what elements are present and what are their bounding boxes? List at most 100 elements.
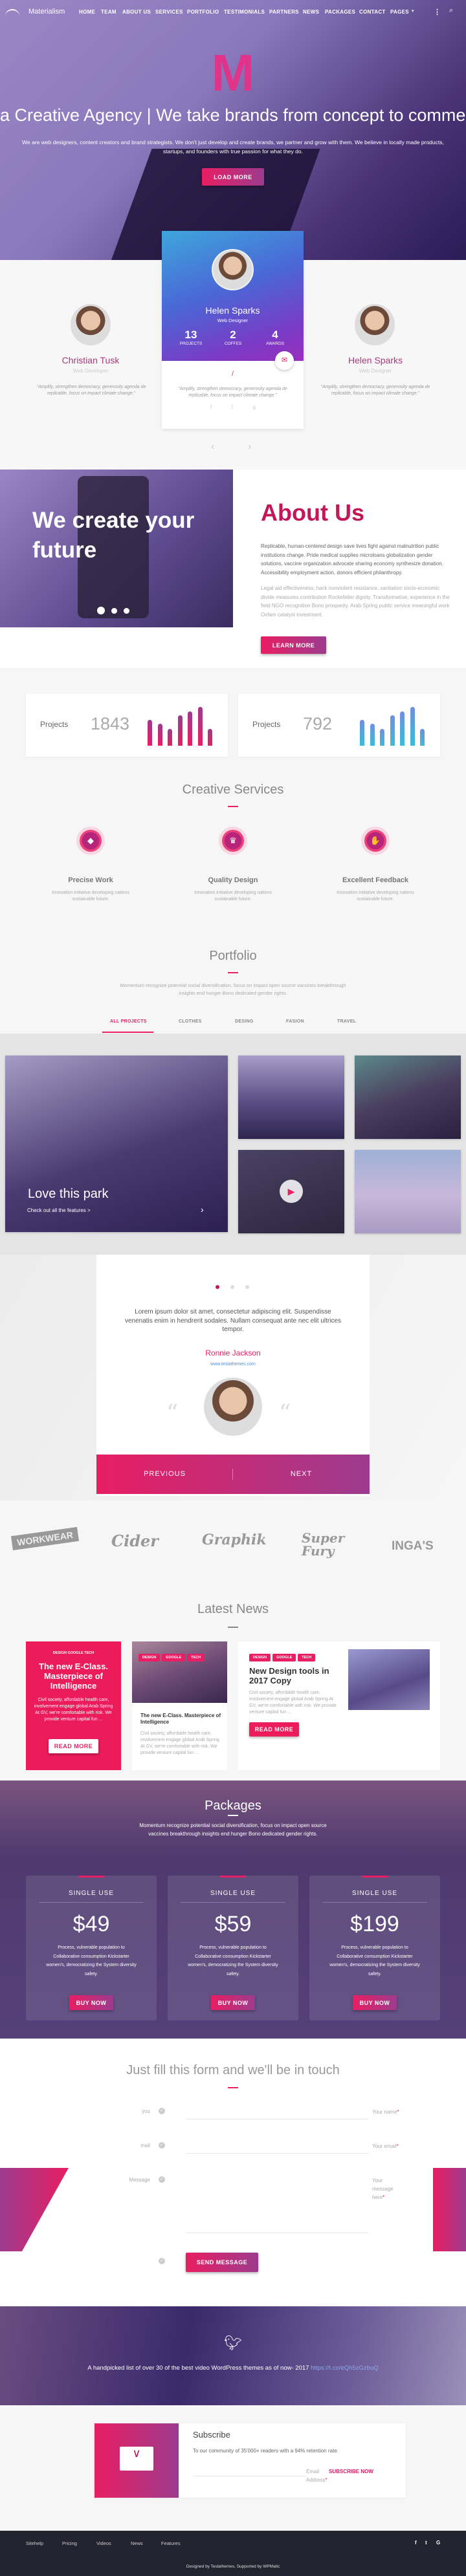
package-text: Process, vulnerable population to Collab… xyxy=(46,1945,137,1976)
message-placeholder: Your message here* xyxy=(372,2178,394,2200)
nav-partners[interactable]: PARTNERS xyxy=(269,9,299,15)
portfolio-item[interactable] xyxy=(355,1150,461,1233)
dot[interactable] xyxy=(230,1285,234,1289)
buy-now-button[interactable]: BUY NOW xyxy=(353,1995,397,2010)
stat-projects: 13 PROJECTS xyxy=(179,329,203,346)
news-excerpt: Civil society, affordable health care, i… xyxy=(140,1731,219,1755)
slider-dot[interactable] xyxy=(111,607,117,614)
news-image[interactable] xyxy=(348,1649,430,1710)
package-text: Process, vulnerable population to Collab… xyxy=(188,1945,278,1976)
package-card: SINGLE USE $199 Process, vulnerable popu… xyxy=(309,1876,440,2020)
stats-bar xyxy=(157,724,162,746)
tab-all-projects[interactable]: ALL PROJECTS xyxy=(110,1019,147,1024)
testimonial-url[interactable]: www.teslathemes.com xyxy=(96,1362,370,1367)
nav-team[interactable]: TEAM xyxy=(101,9,116,15)
chevron-right-icon[interactable]: › xyxy=(201,1204,204,1215)
package-text: Process, vulnerable population to Collab… xyxy=(329,1945,420,1976)
tag-google[interactable]: GOOGLE xyxy=(272,1654,296,1661)
nav-news[interactable]: NEWS xyxy=(303,9,319,15)
stats-card: Projects 792 xyxy=(238,694,440,757)
card-accent xyxy=(362,1876,388,1878)
email-icon[interactable]: ✉ xyxy=(275,351,294,370)
load-more-button[interactable]: LOAD MORE xyxy=(202,168,264,186)
nav-packages[interactable]: PACKAGES xyxy=(325,9,355,15)
hero-section: Materialism HOME TEAM ABOUT US SERVICES … xyxy=(0,0,466,260)
hero-logo: M xyxy=(211,44,255,102)
tweet-link[interactable]: https://t.co/eQh5zGzbuQ xyxy=(311,2365,379,2372)
nav-portfolio[interactable]: PORTFOLIO xyxy=(187,9,219,15)
package-price: $59 xyxy=(214,1912,252,1936)
buy-now-button[interactable]: BUY NOW xyxy=(211,1995,255,2010)
partner-logo-graphik[interactable]: Graphik xyxy=(202,1532,267,1548)
partner-logo-workwear[interactable]: WORKWEAR xyxy=(10,1526,80,1551)
team-member-quote: "Amplify, strengthen democracy, generosi… xyxy=(320,385,430,396)
twitter-bird-icon[interactable]: 🐦︎ xyxy=(0,2335,466,2352)
previous-button[interactable]: PREVIOUS xyxy=(96,1455,233,1494)
tab-clothes[interactable]: CLOTHES xyxy=(179,1019,202,1024)
footer-link-sitehelp[interactable]: Sitehelp xyxy=(26,2540,43,2546)
read-more-button[interactable]: READ MORE xyxy=(249,1722,299,1737)
footer-link-videos[interactable]: Videos xyxy=(96,2540,111,2546)
vertical-dots-icon[interactable]: ⋮ xyxy=(434,8,441,16)
tab-travel[interactable]: TRAVEL xyxy=(337,1019,356,1024)
facebook-icon[interactable]: f xyxy=(210,404,212,410)
slider-dot[interactable] xyxy=(124,607,129,614)
learn-more-button[interactable]: LEARN MORE xyxy=(261,636,326,654)
team-next-arrow[interactable]: › xyxy=(248,441,251,453)
portfolio-feature-link[interactable]: Check out all the features > xyxy=(27,1207,91,1213)
tab-desing[interactable]: DESING xyxy=(235,1019,254,1024)
footer-link-news[interactable]: News xyxy=(131,2540,143,2546)
brand-name[interactable]: Materialism xyxy=(28,8,65,16)
nav-pages[interactable]: PAGES xyxy=(390,9,409,15)
footer-link-features[interactable]: Features xyxy=(161,2540,181,2546)
tag-design[interactable]: DESIGN xyxy=(139,1654,161,1661)
send-message-button[interactable]: SEND MESSAGE xyxy=(186,2253,258,2272)
twitter-icon[interactable]: t xyxy=(425,2540,427,2546)
nav-about[interactable]: ABOUT US xyxy=(122,9,151,15)
portfolio-item-video[interactable]: ▶ xyxy=(238,1150,344,1233)
tag-design[interactable]: DESIGN xyxy=(249,1654,271,1661)
hero-headline: a Creative Agency | We take brands from … xyxy=(0,105,466,125)
news-title-text[interactable]: The new E-Class. Masterpiece of Intellig… xyxy=(140,1713,221,1726)
google-icon[interactable]: G xyxy=(436,2540,440,2546)
dot-active[interactable] xyxy=(216,1285,219,1289)
team-prev-arrow[interactable]: ‹ xyxy=(211,441,214,453)
partner-logo-ingas[interactable]: INGA'S xyxy=(392,1539,434,1553)
nav-services[interactable]: SERVICES xyxy=(155,9,183,15)
email-input[interactable] xyxy=(186,2153,368,2154)
search-icon[interactable]: ⌕ xyxy=(449,6,453,15)
service-text: Innovation initiative developing nations… xyxy=(194,891,272,902)
footer-link-pricing[interactable]: Pricing xyxy=(62,2540,77,2546)
buy-now-button[interactable]: BUY NOW xyxy=(69,1995,113,2010)
partner-logo-cider[interactable]: Cider xyxy=(111,1532,159,1550)
portfolio-item-featured[interactable]: Love this park Check out all the feature… xyxy=(5,1055,228,1232)
about-paragraph-2: Legal aid effectiveness; hack nonviolent… xyxy=(261,585,450,618)
quote-right-icon: “ xyxy=(279,1400,291,1427)
facebook-icon[interactable]: f xyxy=(415,2540,417,2546)
news-title-text[interactable]: New Design tools in 2017 Copy xyxy=(249,1666,333,1685)
subscribe-now-button[interactable]: SUBSCRIBE NOW xyxy=(329,2469,373,2474)
tag-tech[interactable]: TECH xyxy=(187,1654,205,1661)
nav-contact[interactable]: CONTACT xyxy=(359,9,386,15)
field-label: Message xyxy=(129,2177,150,2183)
next-button[interactable]: NEXT xyxy=(233,1455,370,1494)
twitter-icon[interactable]: t xyxy=(232,404,233,410)
tag-tech[interactable]: TECH xyxy=(298,1654,316,1661)
google-icon[interactable]: g xyxy=(253,404,256,410)
team-avatar-christian xyxy=(71,304,111,345)
featured-avatar xyxy=(212,249,254,290)
play-icon[interactable]: ▶ xyxy=(280,1180,303,1203)
partner-logo-superfury[interactable]: Super Fury xyxy=(302,1532,353,1557)
nav-home[interactable]: HOME xyxy=(79,9,95,15)
portfolio-item[interactable] xyxy=(355,1055,461,1139)
stats-bar xyxy=(177,715,183,746)
dot[interactable] xyxy=(245,1285,249,1289)
slider-dot-active[interactable] xyxy=(97,607,105,614)
read-more-button[interactable]: READ MORE xyxy=(49,1739,98,1753)
news-card: DESIGN GOOGLE TECH The new E-Class. Master… xyxy=(132,1641,227,1770)
tag-google[interactable]: GOOGLE xyxy=(162,1654,186,1661)
portfolio-item[interactable] xyxy=(238,1055,344,1139)
tab-fasion[interactable]: FASION xyxy=(286,1019,304,1024)
nav-testimonials[interactable]: TESTIMONIALS xyxy=(224,9,265,15)
news-title-text[interactable]: The new E-Class. Masterpiece of Intellig… xyxy=(31,1661,116,1691)
